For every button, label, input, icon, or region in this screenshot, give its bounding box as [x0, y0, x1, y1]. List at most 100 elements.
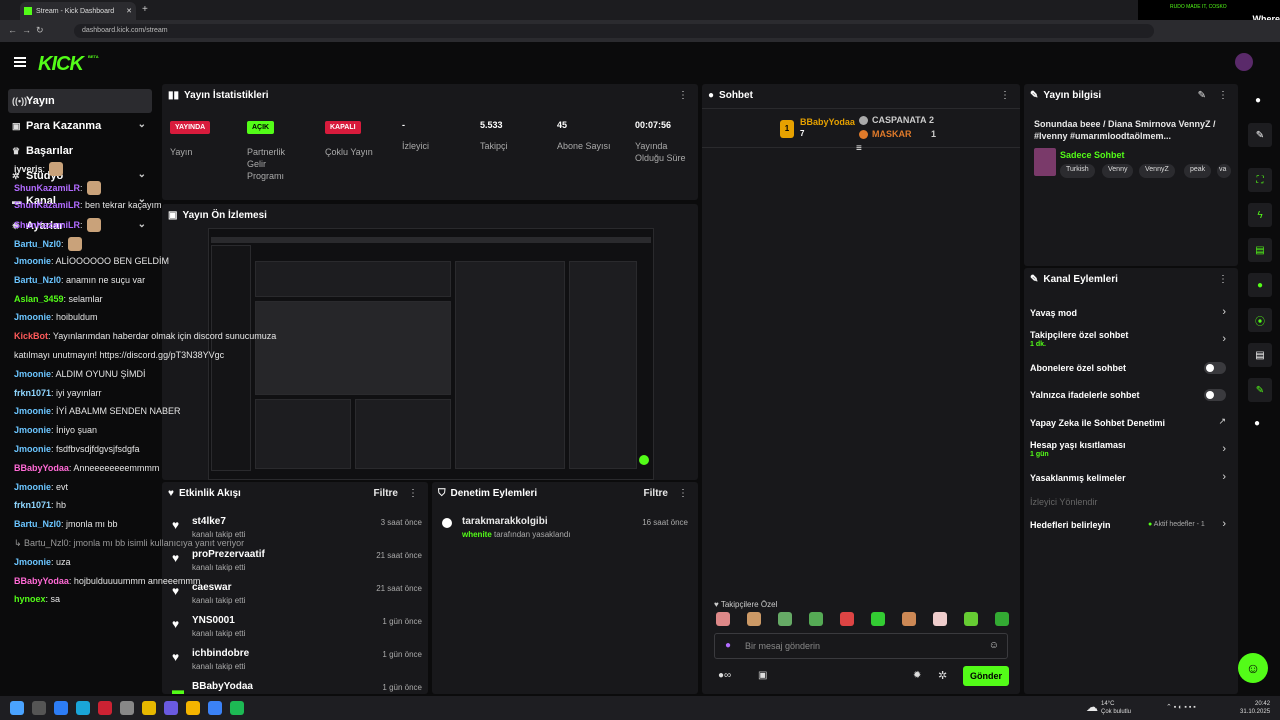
chat-username[interactable]: Bartu_Nzl0 [14, 519, 61, 529]
chat-username[interactable]: Jmoonie [14, 256, 51, 266]
chevron-right-icon[interactable]: › [1222, 518, 1226, 530]
user-name[interactable]: ichbindobre [192, 648, 249, 659]
lightning-icon[interactable]: ϟ [1248, 203, 1272, 227]
tools-icon[interactable]: ✎ [1248, 378, 1272, 402]
mod-settings-icon[interactable]: ✲ [938, 669, 947, 682]
emote-option[interactable] [778, 612, 792, 626]
new-tab-button[interactable]: + [142, 4, 148, 15]
support-icon[interactable]: ☺ [1238, 653, 1268, 683]
broadcast-widget-icon[interactable]: ⦿ [1248, 308, 1272, 332]
browser-tab[interactable]: Stream - Kick Dashboard ✕ [20, 2, 136, 20]
chevron-right-icon[interactable]: › [1222, 443, 1226, 455]
leader-1-name[interactable]: BBabyYodaa [800, 117, 855, 127]
chevron-right-icon[interactable]: › [1222, 333, 1226, 345]
send-button[interactable]: Gönder [963, 666, 1009, 686]
action-account-age[interactable]: Hesap yaşı kısıtlaması 1 gün [1030, 440, 1126, 458]
emote-option[interactable] [809, 612, 823, 626]
sub-only-toggle[interactable] [1204, 362, 1226, 374]
chrome-icon[interactable] [186, 701, 200, 715]
chat-username[interactable]: Jmoonie [14, 557, 51, 567]
channel-points-icon[interactable]: ●∞ [718, 670, 731, 681]
emote-option[interactable] [902, 612, 916, 626]
emote-option[interactable] [840, 612, 854, 626]
chat-widget-icon[interactable]: ● [1248, 273, 1272, 297]
chat-settings-icon[interactable]: ✹ [913, 670, 921, 681]
emote-option[interactable] [995, 612, 1009, 626]
chat-username[interactable]: Jmoonie [14, 369, 51, 379]
gift-icon[interactable]: ▣ [758, 670, 767, 681]
app-icon[interactable] [208, 701, 222, 715]
app-icon[interactable] [98, 701, 112, 715]
more-icon[interactable]: ⋮ [1218, 274, 1228, 285]
user-avatar[interactable] [1235, 53, 1253, 71]
weather-widget[interactable]: 14°C Çok bulutlu [1101, 700, 1131, 716]
edit-icon[interactable]: ✎ [1198, 90, 1206, 101]
windows-start-icon[interactable] [10, 701, 24, 715]
emote-option[interactable] [964, 612, 978, 626]
preview-widget-icon[interactable]: ⛶ [1248, 168, 1272, 192]
sidebar-item-para-kazanma[interactable]: ▣ Para Kazanma ⌄ [8, 114, 152, 138]
chat-username[interactable]: Jmoonie [14, 425, 51, 435]
chat-username[interactable]: Jmoonie [14, 482, 51, 492]
category-thumbnail[interactable] [1034, 148, 1056, 176]
chat-username[interactable]: iyveris [14, 164, 43, 174]
menu-icon[interactable] [14, 57, 26, 67]
emote-option[interactable] [871, 612, 885, 626]
chat-username[interactable]: Bartu_Nzl0 [14, 275, 61, 285]
action-goals[interactable]: Hedefleri belirleyin [1030, 520, 1111, 530]
user-name[interactable]: BBabyYodaa [192, 681, 253, 692]
task-view-icon[interactable] [32, 701, 46, 715]
browser-nav-icons[interactable]: ← → ↻ [8, 25, 44, 36]
more-icon[interactable]: ⋮ [408, 488, 418, 499]
chat-username[interactable]: BBabyYodaa [14, 576, 69, 586]
clock[interactable]: 20:42 31.10.2025 [1240, 700, 1270, 716]
emote-option[interactable] [716, 612, 730, 626]
emote-option[interactable] [933, 612, 947, 626]
app-icon[interactable] [164, 701, 178, 715]
app-icon[interactable] [120, 701, 134, 715]
moderator-name[interactable]: whenite [462, 530, 492, 539]
sidebar-item-yayin[interactable]: ((•)) Yayın [8, 89, 152, 113]
more-icon[interactable]: ⋮ [678, 90, 688, 101]
chat-username[interactable]: KickBot [14, 331, 48, 341]
chat-username[interactable]: Bartu_Nzl0 [14, 239, 61, 249]
chat-input[interactable]: ● Bir mesaj gönderin ☺ [714, 633, 1008, 659]
tray-icons[interactable]: ⌃ ▪ ◐ ▪ ▪ ▪ [1166, 703, 1196, 711]
leader-2-name[interactable]: CASPANATA [872, 115, 927, 125]
shapes-icon[interactable]: ● [1254, 418, 1260, 429]
chat-username[interactable]: ShunKazamiLR [14, 220, 80, 230]
url-field[interactable]: dashboard.kick.com/stream [74, 24, 1154, 38]
action-banned-words[interactable]: Yasaklanmış kelimeler [1030, 473, 1126, 483]
chat-username[interactable]: Jmoonie [14, 312, 51, 322]
filter-button[interactable]: Filtre [374, 488, 398, 499]
action-slow-mode[interactable]: Yavaş mod [1030, 308, 1077, 318]
more-icon[interactable]: ⋮ [678, 488, 688, 499]
info-icon[interactable]: ● [1255, 95, 1261, 106]
edge-icon[interactable] [76, 701, 90, 715]
chevron-right-icon[interactable]: › [1222, 471, 1226, 483]
chat-username[interactable]: BBabyYodaa [14, 463, 69, 473]
edit-layout-icon[interactable]: ✎ [1248, 123, 1272, 147]
moderated-user[interactable]: tarakmarakkolgibi [462, 516, 548, 527]
close-tab-icon[interactable]: ✕ [126, 7, 132, 15]
external-link-icon[interactable]: ↗ [1218, 416, 1226, 427]
emoji-icon[interactable]: ☺ [989, 640, 999, 651]
chat-username[interactable]: Jmoonie [14, 406, 51, 416]
kick-logo[interactable]: KICK [38, 53, 84, 76]
chat-username[interactable]: Jmoonie [14, 444, 51, 454]
action-ai-moderation[interactable]: Yapay Zeka ile Sohbet Denetimi [1030, 418, 1165, 428]
chat-username[interactable]: hynoex [14, 594, 46, 604]
user-name[interactable]: proPrezervaatif [192, 549, 265, 560]
user-name[interactable]: YNS0001 [192, 615, 235, 626]
emote-only-toggle[interactable] [1204, 389, 1226, 401]
user-name[interactable]: st4lke7 [192, 516, 226, 527]
category-name[interactable]: Sadece Sohbet [1060, 150, 1125, 160]
file-explorer-icon[interactable] [142, 701, 156, 715]
chat-username[interactable]: frkn1071 [14, 388, 51, 398]
leader-3-name[interactable]: MASKAR [872, 129, 912, 139]
emote-option[interactable] [747, 612, 761, 626]
chat-username[interactable]: ShunKazamiLR [14, 183, 80, 193]
more-icon[interactable]: ⋮ [1218, 90, 1228, 101]
spotify-icon[interactable] [230, 701, 244, 715]
expand-leaderboard-icon[interactable]: ≡ [856, 143, 862, 154]
